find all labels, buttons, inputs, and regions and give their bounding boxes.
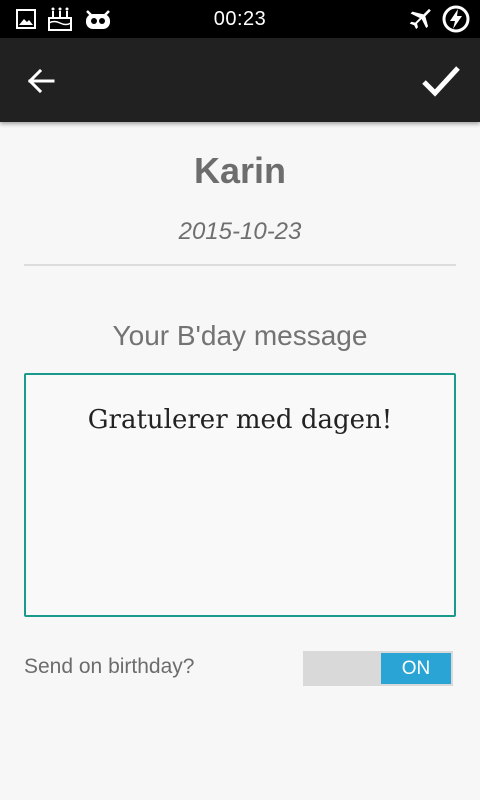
check-icon bbox=[420, 60, 462, 100]
airplane-mode-icon bbox=[406, 7, 432, 31]
birthday-date: 2015-10-23 bbox=[178, 218, 302, 245]
send-on-birthday-toggle[interactable]: ON bbox=[303, 651, 453, 686]
send-on-birthday-label: Send on birthday? bbox=[24, 655, 195, 678]
message-input[interactable]: Gratulerer med dagen! bbox=[24, 373, 456, 617]
save-button[interactable] bbox=[420, 60, 462, 100]
message-text: Gratulerer med dagen! bbox=[87, 405, 393, 435]
contact-name: Karin bbox=[193, 150, 287, 191]
message-label: Your B'day message bbox=[112, 320, 368, 351]
app-bar bbox=[0, 38, 480, 122]
battery-charging-icon bbox=[442, 5, 470, 33]
divider bbox=[24, 264, 456, 266]
status-bar: 00:23 bbox=[0, 0, 480, 38]
toggle-thumb: ON bbox=[381, 653, 451, 684]
status-icons-right bbox=[406, 5, 470, 33]
back-button[interactable] bbox=[26, 66, 56, 96]
arrow-back-icon bbox=[26, 66, 56, 96]
